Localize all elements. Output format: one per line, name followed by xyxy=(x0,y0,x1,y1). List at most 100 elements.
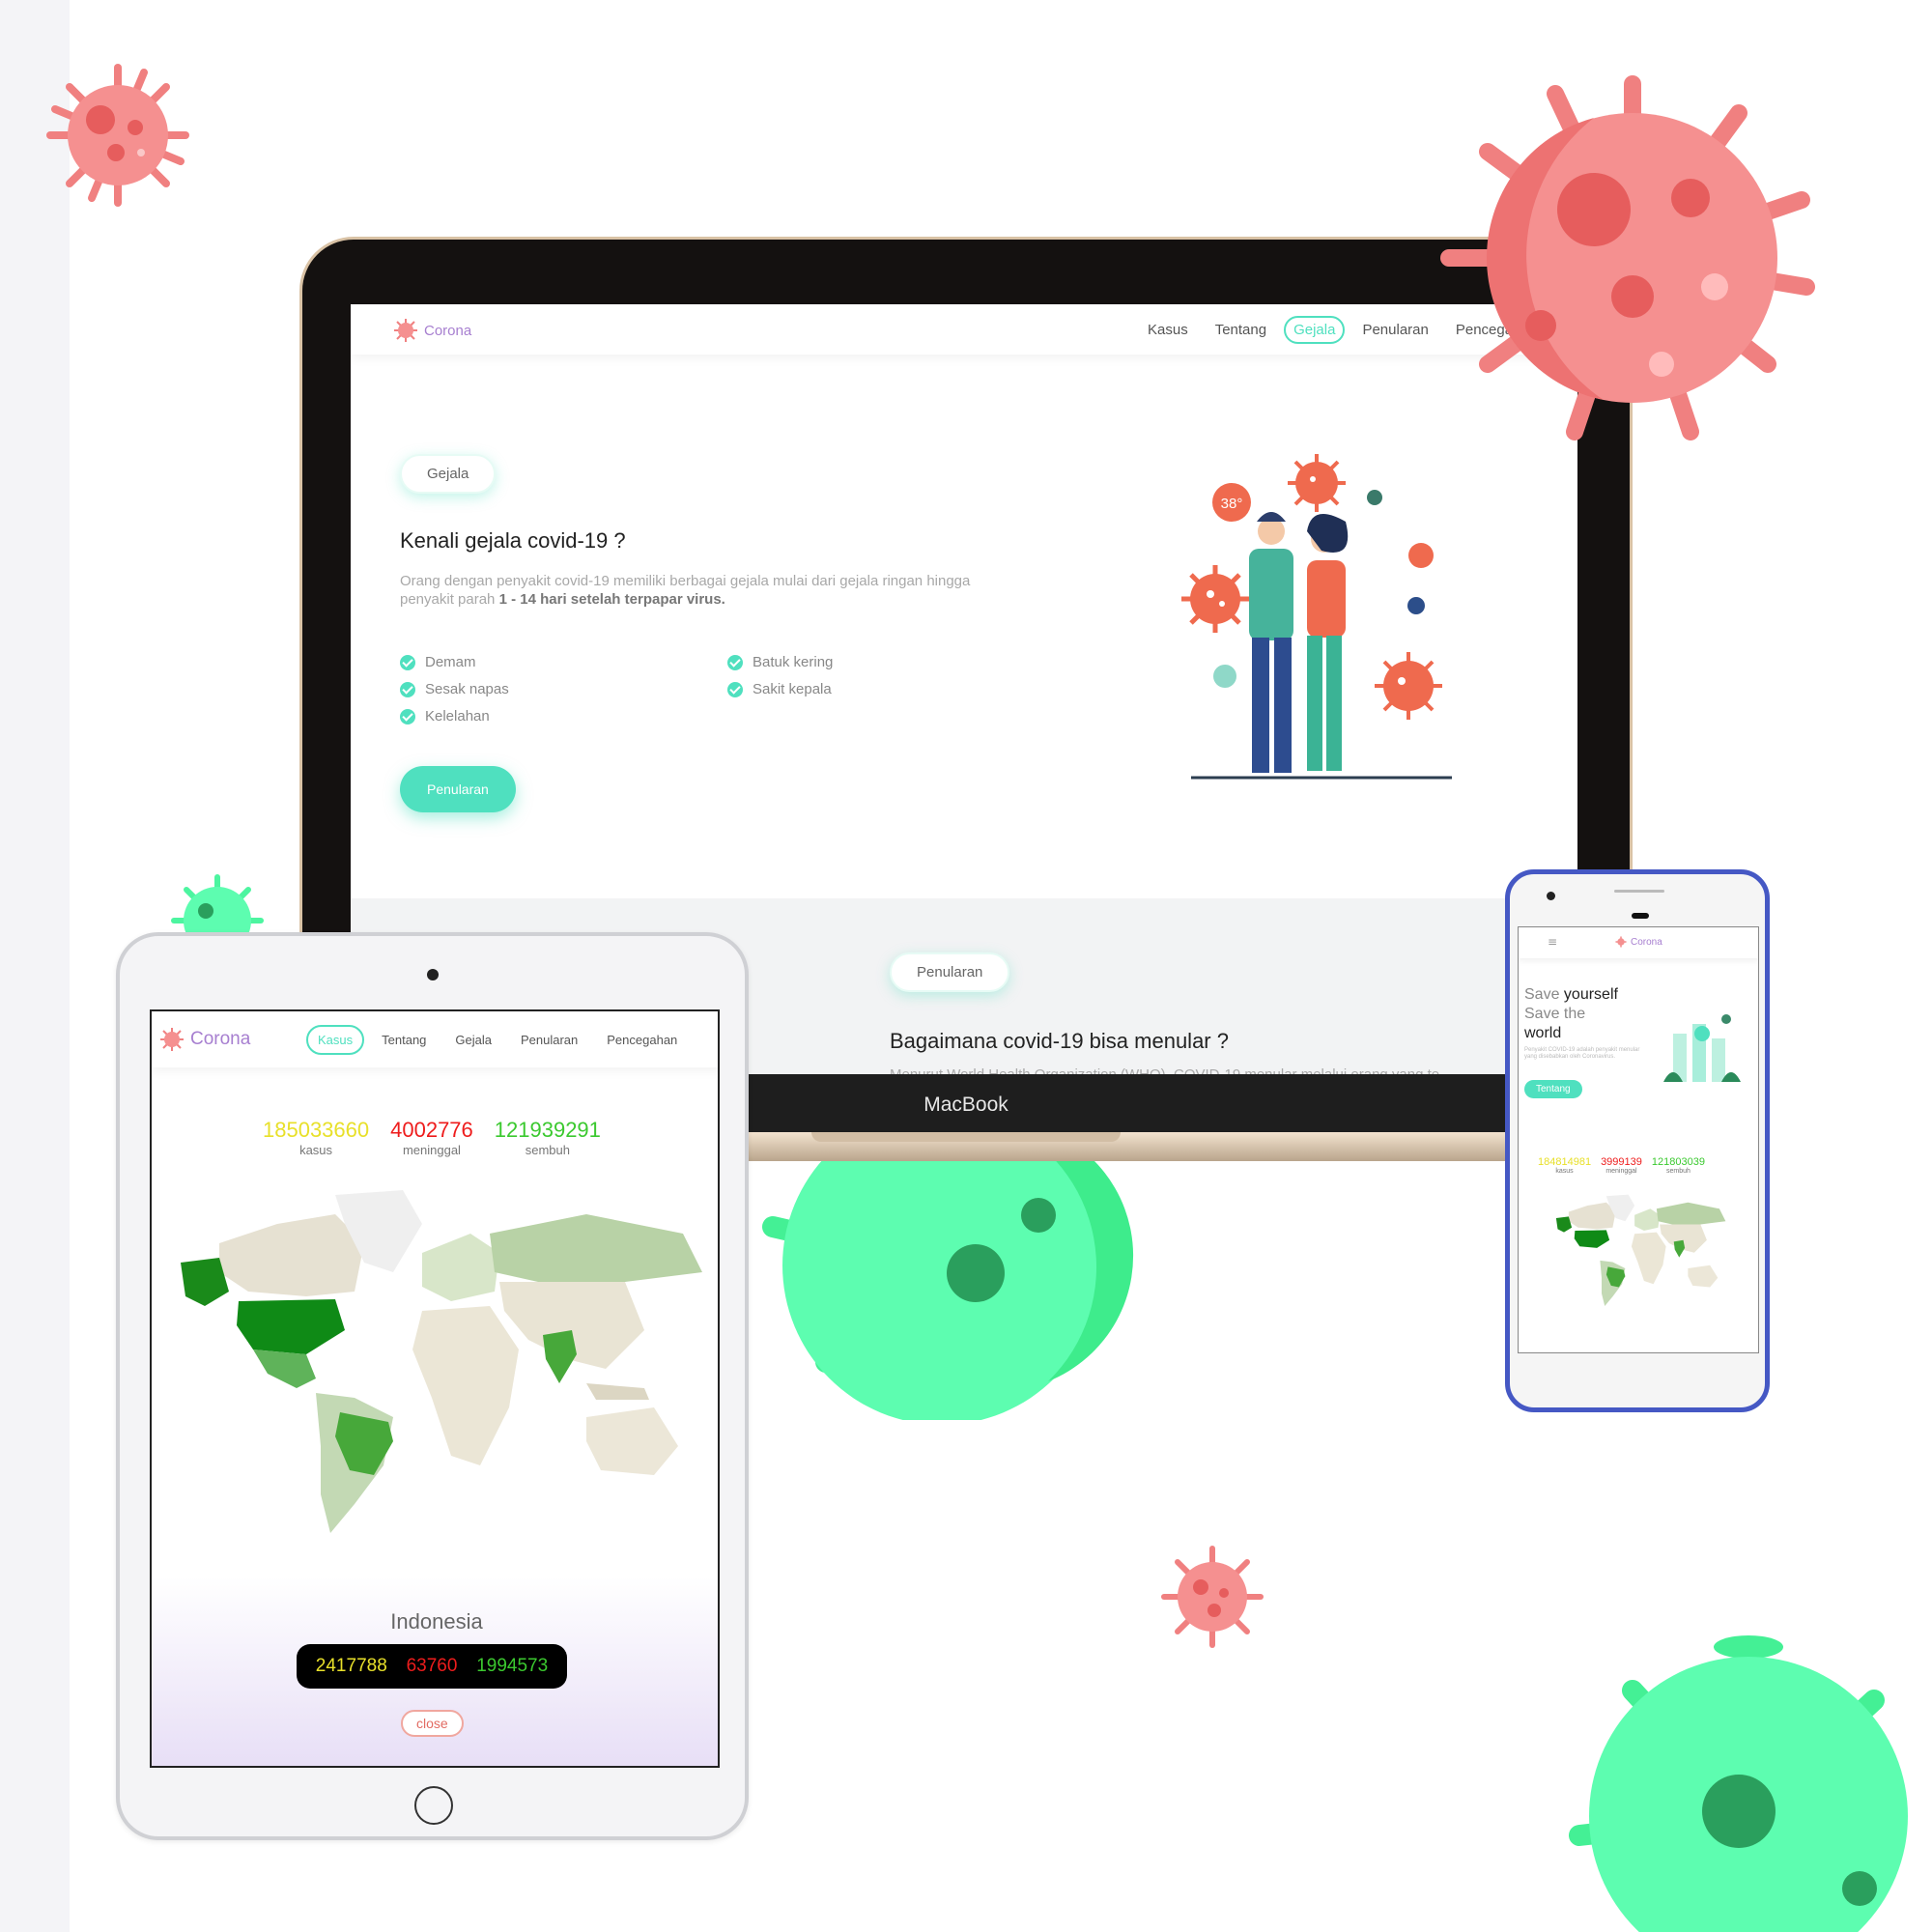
tablet-camera xyxy=(427,969,439,980)
nav-pencegahan[interactable]: Pencegahan xyxy=(595,1025,689,1055)
phone-brand-logo[interactable]: Corona xyxy=(1615,936,1662,948)
symptom-item: Sesak napas xyxy=(400,681,509,697)
virus-red-large-icon xyxy=(1440,75,1815,440)
nav-tentang[interactable]: Tentang xyxy=(1206,316,1276,344)
country-cases: 2417788 xyxy=(315,1656,387,1676)
section-description: Orang dengan penyakit covid-19 memiliki … xyxy=(400,572,999,609)
tablet-navbar: Corona Kasus Tentang Gejala Penularan Pe… xyxy=(152,1011,718,1067)
phone-hero-title: Save yourself Save the world xyxy=(1524,985,1618,1043)
nav-gejala[interactable]: Gejala xyxy=(443,1025,503,1055)
tablet-mockup: Corona Kasus Tentang Gejala Penularan Pe… xyxy=(116,932,749,1840)
hero-text-bold: yourself xyxy=(1563,986,1618,1003)
hamburger-menu-icon[interactable]: ≡ xyxy=(1548,935,1557,949)
map-europe[interactable] xyxy=(422,1234,499,1301)
symptom-label: Sakit kepala xyxy=(753,681,832,697)
section-pill-penularan: Penularan xyxy=(890,952,1010,992)
nav-gejala[interactable]: Gejala xyxy=(1284,316,1346,344)
phone-camera xyxy=(1547,892,1555,900)
stat-recovered: 121803039 sembuh xyxy=(1652,1156,1705,1175)
corona-logo-icon xyxy=(160,1028,184,1051)
nav-tentang[interactable]: Tentang xyxy=(370,1025,438,1055)
stat-label: meninggal xyxy=(402,1143,461,1157)
country-name: Indonesia xyxy=(390,1609,483,1634)
stat-deaths: 3999139 meninggal xyxy=(1601,1156,1642,1175)
corona-logo-icon xyxy=(1615,936,1627,948)
close-button[interactable]: close xyxy=(401,1710,464,1737)
phone-stats: 184814981 kasus 3999139 meninggal 12180303… xyxy=(1538,1156,1705,1175)
hero-text: Save the xyxy=(1524,1006,1586,1022)
map-canada[interactable] xyxy=(219,1214,364,1296)
nav-kasus[interactable]: Kasus xyxy=(306,1025,365,1055)
map-africa[interactable] xyxy=(412,1306,519,1465)
temperature-label: 38° xyxy=(1221,496,1243,512)
symptom-label: Demam xyxy=(425,654,476,670)
brand-name: Corona xyxy=(190,1029,251,1049)
phone-navbar: ≡ Corona xyxy=(1519,927,1758,958)
nav-penularan[interactable]: Penularan xyxy=(509,1025,589,1055)
section-title: Kenali gejala covid-19 ? xyxy=(400,528,626,553)
symptom-label: Kelelahan xyxy=(425,708,490,724)
nav-penularan[interactable]: Penularan xyxy=(1352,316,1437,344)
virus-red-small-icon xyxy=(46,64,189,207)
background-strip xyxy=(0,0,70,1932)
virus-red-bottom-icon xyxy=(1161,1546,1264,1648)
country-detail-panel: Indonesia 2417788 63760 1994573 close xyxy=(152,1577,718,1766)
phone-screen: ≡ Corona Save yourself Save the world Pe… xyxy=(1518,926,1759,1353)
penularan-title: Bagaimana covid-19 bisa menular ? xyxy=(890,1029,1229,1053)
virus-green-bottom-right-icon xyxy=(1569,1635,1908,1932)
tablet-screen: Corona Kasus Tentang Gejala Penularan Pe… xyxy=(150,1009,720,1768)
check-icon xyxy=(400,681,415,697)
map-indonesia[interactable] xyxy=(586,1383,649,1400)
brand-logo[interactable]: Corona xyxy=(393,318,471,343)
map-usa[interactable] xyxy=(237,1299,345,1354)
stat-value: 185033660 xyxy=(263,1118,370,1142)
hero-illustration xyxy=(1663,1014,1741,1082)
phone-world-map[interactable] xyxy=(1528,1193,1750,1319)
map-australia[interactable] xyxy=(586,1407,678,1475)
map-mexico[interactable] xyxy=(253,1350,316,1388)
temperature-bubble-icon: 38° xyxy=(1212,483,1251,522)
tablet-nav-links: Kasus Tentang Gejala Penularan Pencegaha… xyxy=(306,1025,689,1055)
stat-recovered: 121939291 sembuh xyxy=(495,1118,601,1157)
symptom-item: Kelelahan xyxy=(400,708,490,724)
global-stats: 185033660 kasus 4002776 meninggal 12193929… xyxy=(263,1118,601,1157)
country-counter: 2417788 63760 1994573 xyxy=(297,1644,567,1689)
penularan-description: Menurut World Health Organization (WHO),… xyxy=(890,1065,1439,1074)
tentang-button[interactable]: Tentang xyxy=(1524,1080,1582,1098)
symptom-label: Sesak napas xyxy=(425,681,509,697)
stat-value: 121803039 xyxy=(1651,1156,1705,1168)
penularan-button[interactable]: Penularan xyxy=(400,766,516,812)
stat-value: 3999139 xyxy=(1601,1156,1642,1168)
nav-kasus[interactable]: Kasus xyxy=(1138,316,1198,344)
symptoms-illustration: 38° xyxy=(1181,454,1452,780)
tablet-home-button[interactable] xyxy=(414,1786,453,1825)
section-pill-gejala: Gejala xyxy=(400,454,497,494)
symptom-label: Batuk kering xyxy=(753,654,834,670)
map-india[interactable] xyxy=(543,1330,577,1383)
check-icon xyxy=(727,681,743,697)
stat-value: 121939291 xyxy=(494,1118,601,1142)
symptom-item: Batuk kering xyxy=(727,654,833,670)
symptom-item: Sakit kepala xyxy=(727,681,832,697)
navbar: Corona Kasus Tentang Gejala Penularan Pe… xyxy=(351,304,1577,355)
stat-deaths: 4002776 meninggal xyxy=(390,1118,473,1157)
brand-name: Corona xyxy=(424,322,472,339)
country-deaths: 63760 xyxy=(406,1656,458,1676)
stat-cases: 185033660 kasus xyxy=(263,1118,369,1157)
description-bold-text: 1 - 14 hari setelah terpapar virus. xyxy=(498,591,725,608)
world-map[interactable] xyxy=(161,1185,712,1572)
phone-hero-description: Penyakit COVID-19 adalah penyakit menula… xyxy=(1524,1047,1640,1060)
check-icon xyxy=(400,654,415,670)
symptom-item: Demam xyxy=(400,654,476,670)
stat-label: kasus xyxy=(299,1143,333,1157)
tablet-brand-logo[interactable]: Corona xyxy=(159,1027,250,1052)
brand-name: Corona xyxy=(1631,936,1662,948)
map-russia[interactable] xyxy=(490,1214,702,1282)
stat-cases: 184814981 kasus xyxy=(1538,1156,1591,1175)
laptop-hinge xyxy=(811,1132,1121,1142)
stat-label: sembuh xyxy=(1665,1168,1690,1175)
check-icon xyxy=(727,654,743,670)
stat-label: sembuh xyxy=(525,1143,570,1157)
phone-mockup: ≡ Corona Save yourself Save the world Pe… xyxy=(1505,869,1770,1412)
corona-logo-icon xyxy=(394,319,417,342)
